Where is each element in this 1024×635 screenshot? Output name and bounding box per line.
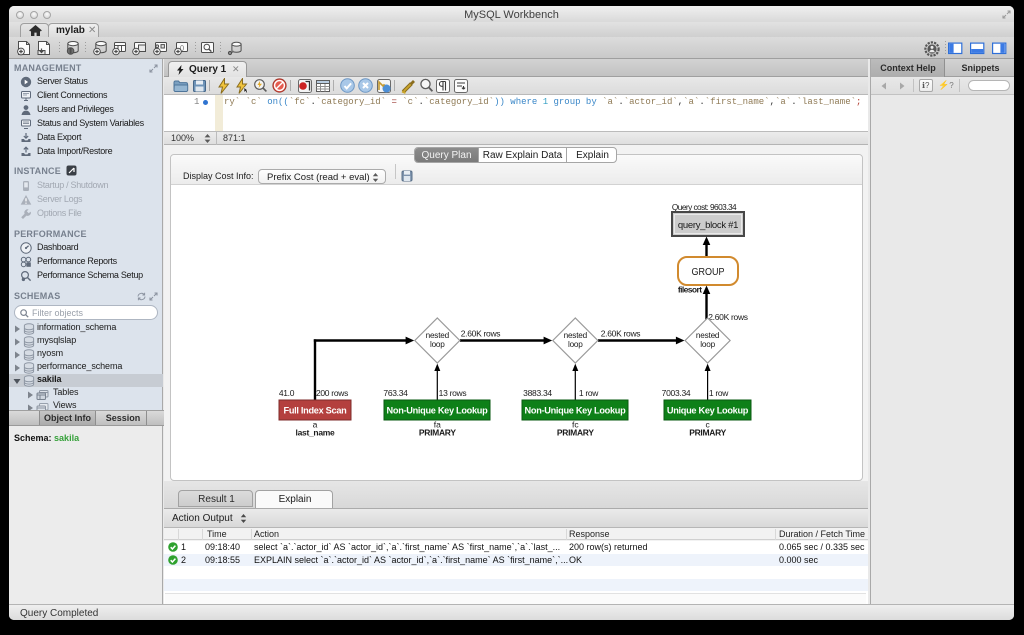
svg-text:41.0: 41.0: [279, 388, 295, 398]
svg-text:3883.34: 3883.34: [523, 388, 552, 398]
svg-text:nested: nested: [426, 331, 450, 340]
svg-text:Full Index Scan: Full Index Scan: [284, 406, 348, 416]
svg-text:loop: loop: [700, 340, 715, 349]
svg-text:2.60K rows: 2.60K rows: [708, 312, 748, 322]
svg-text:nested: nested: [696, 331, 720, 340]
svg-text:PRIMARY: PRIMARY: [419, 428, 456, 438]
svg-text:763.34: 763.34: [383, 388, 408, 398]
svg-text:nested: nested: [564, 331, 588, 340]
svg-text:loop: loop: [568, 340, 583, 349]
svg-text:filesort: filesort: [678, 285, 702, 295]
svg-text:Non-Unique Key Lookup: Non-Unique Key Lookup: [387, 406, 489, 416]
svg-text:Query cost: 9603.34: Query cost: 9603.34: [672, 202, 737, 212]
svg-text:query_block #1: query_block #1: [678, 220, 738, 231]
svg-text:13 rows: 13 rows: [439, 388, 467, 398]
svg-text:PRIMARY: PRIMARY: [557, 428, 594, 438]
svg-text:last_name: last_name: [296, 428, 335, 438]
svg-text:loop: loop: [430, 340, 445, 349]
svg-text:2.60K rows: 2.60K rows: [601, 329, 641, 339]
svg-text:7003.34: 7003.34: [662, 388, 691, 398]
svg-text:1 row: 1 row: [709, 388, 729, 398]
svg-text:Unique Key Lookup: Unique Key Lookup: [667, 406, 749, 416]
svg-text:PRIMARY: PRIMARY: [689, 428, 726, 438]
svg-text:1 row: 1 row: [579, 388, 599, 398]
svg-text:200 rows: 200 rows: [316, 388, 348, 398]
svg-text:2.60K rows: 2.60K rows: [461, 329, 501, 339]
svg-text:GROUP: GROUP: [692, 267, 725, 278]
svg-text:Non-Unique Key Lookup: Non-Unique Key Lookup: [525, 406, 627, 416]
